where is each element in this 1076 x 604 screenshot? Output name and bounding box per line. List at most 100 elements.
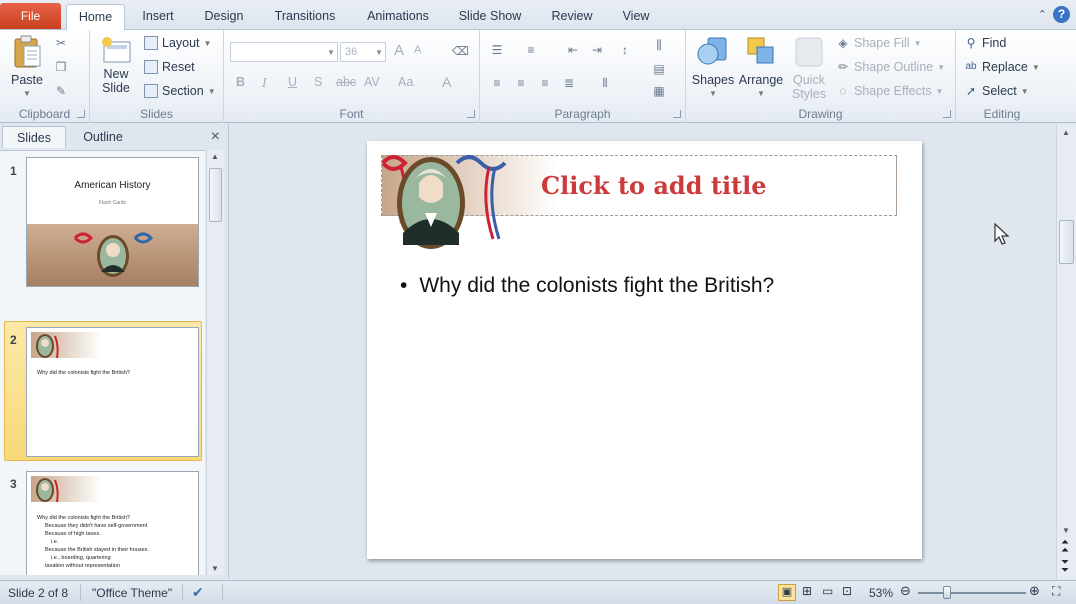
slide-number: 1 (10, 164, 17, 178)
paragraph-launcher-icon[interactable] (673, 110, 681, 118)
tab-view[interactable]: View (614, 4, 658, 30)
paste-dropdown-icon[interactable]: ▼ (8, 87, 46, 101)
title-placeholder-text[interactable]: Click to add title (541, 171, 767, 200)
shrink-font-button[interactable]: A (414, 44, 421, 56)
smartart-icon[interactable]: ▦ (652, 84, 666, 98)
tab-review[interactable]: Review (543, 4, 601, 30)
scroll-down-icon[interactable]: ▼ (1062, 526, 1070, 535)
font-color-button[interactable]: A (442, 74, 451, 90)
slide-show-view-icon[interactable]: ⊡ (842, 584, 852, 598)
drawing-launcher-icon[interactable] (943, 110, 951, 118)
normal-view-icon[interactable]: ▣ (778, 584, 796, 601)
font-size-combo[interactable]: 36 ▼ (340, 42, 386, 62)
format-painter-icon[interactable]: ✎ (54, 84, 68, 98)
scroll-up-icon[interactable]: ▲ (211, 152, 219, 161)
character-spacing-button[interactable]: AV (364, 75, 380, 89)
thumb-bullet: Why did the colonists fight the British? (37, 515, 130, 521)
grow-font-button[interactable]: A (394, 42, 404, 59)
portrait-icon (73, 232, 153, 277)
zoom-out-icon[interactable]: ⊖ (900, 583, 911, 599)
previous-slide-icon[interactable]: ⏶ ⏶ (1061, 538, 1069, 556)
font-launcher-icon[interactable] (467, 110, 475, 118)
decrease-indent-icon[interactable]: ⇤ (566, 43, 580, 57)
section-button[interactable]: Section ▼ (144, 84, 216, 98)
underline-button[interactable]: U (288, 75, 297, 89)
zoom-slider-track[interactable] (918, 592, 1026, 594)
minimize-ribbon-icon[interactable]: ⌃ (1038, 8, 1047, 21)
thumb-sub-bullet: Because the British stayed in their hous… (45, 547, 149, 553)
find-button[interactable]: ⚲ Find (964, 36, 1007, 50)
group-label-font: Font (339, 107, 364, 121)
slide-thumbnail-3[interactable]: Why did the colonists fight the British?… (26, 471, 199, 575)
cursor-icon: ➚ (965, 84, 977, 98)
tab-slide-show[interactable]: Slide Show (452, 4, 528, 30)
help-icon[interactable]: ? (1053, 6, 1070, 23)
bullets-icon[interactable]: ☰ (490, 43, 504, 57)
tab-transitions[interactable]: Transitions (266, 4, 344, 30)
paste-label: Paste (11, 73, 43, 87)
align-left-icon[interactable]: ≡ (490, 76, 504, 90)
content-bullet[interactable]: • Why did the colonists fight the Britis… (400, 274, 774, 298)
shape-effects-button[interactable]: ◌ Shape Effects ▼ (836, 84, 943, 98)
scroll-down-icon[interactable]: ▼ (211, 564, 219, 573)
zoom-in-icon[interactable]: ⊕ (1029, 583, 1040, 599)
shape-fill-button[interactable]: ◈ Shape Fill ▼ (836, 36, 921, 50)
columns-icon[interactable]: ⫴ (598, 76, 612, 90)
zoom-level[interactable]: 53% (869, 586, 893, 600)
justify-icon[interactable]: ≣ (562, 76, 576, 90)
copy-icon[interactable]: ❐ (54, 60, 68, 74)
arrange-button[interactable]: Arrange ▼ (736, 34, 786, 101)
scrollbar-thumb[interactable] (209, 168, 222, 222)
thumbnail-scrollbar[interactable]: ▲ ▼ (206, 150, 224, 575)
tab-animations[interactable]: Animations (358, 4, 438, 30)
spelling-check-icon[interactable]: ✔ (192, 584, 204, 601)
reading-view-icon[interactable]: ▭ (822, 584, 833, 598)
panel-tab-slides[interactable]: Slides (2, 126, 66, 148)
text-direction-icon[interactable]: ⫼ (652, 38, 666, 52)
tab-insert[interactable]: Insert (132, 4, 184, 30)
fit-to-window-icon[interactable]: ⛶ (1052, 584, 1060, 599)
tab-home[interactable]: Home (66, 4, 125, 31)
numbering-icon[interactable]: ≡ (524, 43, 538, 57)
new-slide-button[interactable]: New Slide (96, 36, 136, 95)
line-spacing-icon[interactable]: ↕ (618, 43, 632, 57)
align-center-icon[interactable]: ≡ (514, 76, 528, 90)
tab-file[interactable]: File (0, 3, 61, 29)
font-name-combo[interactable]: ▼ (230, 42, 338, 62)
replace-button[interactable]: ab Replace ▼ (964, 60, 1039, 74)
slide-scrollbar[interactable]: ▲ ▼ ⏶ ⏶ ⏷ ⏷ (1056, 124, 1076, 579)
select-button[interactable]: ➚ Select ▼ (964, 84, 1029, 98)
text-shadow-button[interactable]: S (314, 75, 322, 89)
slide-thumbnail-1[interactable]: American History Flash Cards (26, 157, 199, 287)
thumb-title-band (31, 332, 101, 359)
theme-status[interactable]: "Office Theme" (92, 586, 172, 600)
strikethrough-button[interactable]: abc (336, 75, 356, 89)
italic-button[interactable]: I (262, 75, 267, 90)
shapes-button[interactable]: Shapes ▼ (690, 34, 736, 101)
next-slide-icon[interactable]: ⏷ ⏷ (1061, 558, 1069, 576)
thumb-bullet-list: Why did the colonists fight the British?… (37, 514, 149, 570)
bold-button[interactable]: B (236, 75, 245, 89)
reset-button[interactable]: Reset (144, 60, 195, 74)
paste-button[interactable]: Paste ▼ (8, 34, 46, 101)
align-right-icon[interactable]: ≡ (538, 76, 552, 90)
quick-styles-button[interactable]: Quick Styles (786, 34, 832, 101)
scroll-up-icon[interactable]: ▲ (1062, 128, 1070, 137)
layout-button[interactable]: Layout ▼ (144, 36, 211, 50)
align-text-icon[interactable]: ▤ (652, 62, 666, 76)
clear-formatting-icon[interactable]: ⌫ (452, 44, 469, 58)
clipboard-launcher-icon[interactable] (77, 110, 85, 118)
slide-thumbnail-2[interactable]: Why did the colonists fight the British? (26, 327, 199, 457)
scrollbar-thumb[interactable] (1059, 220, 1074, 264)
panel-tab-outline[interactable]: Outline (70, 126, 136, 148)
change-case-button[interactable]: Aa (398, 75, 413, 89)
increase-indent-icon[interactable]: ⇥ (590, 43, 604, 57)
slide-sorter-view-icon[interactable]: ⊞ (802, 584, 812, 598)
arrange-icon (747, 37, 774, 64)
portrait-icon (36, 334, 59, 359)
zoom-slider-thumb[interactable] (943, 586, 951, 599)
close-panel-icon[interactable]: × (211, 128, 220, 146)
tab-design[interactable]: Design (196, 4, 252, 30)
cut-icon[interactable]: ✂ (54, 36, 68, 50)
shape-outline-button[interactable]: ✏ Shape Outline ▼ (836, 60, 945, 74)
